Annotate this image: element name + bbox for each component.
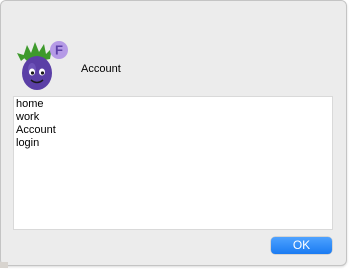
title-bar[interactable] [1, 1, 346, 5]
account-list[interactable]: home work Account login [13, 96, 333, 230]
dialog-header-label: Account [81, 63, 121, 75]
list-item-home[interactable]: home [16, 98, 330, 111]
badge-letter: F [55, 43, 63, 58]
dialog-window: F Account home work Account login OK [0, 0, 347, 266]
eggplant-body [22, 56, 52, 90]
list-item-login[interactable]: login [16, 137, 330, 150]
list-item-account[interactable]: Account [16, 124, 330, 137]
eggplant-app-icon: F [13, 39, 71, 93]
background-window-fragment [0, 262, 8, 268]
ok-button[interactable]: OK [271, 237, 332, 254]
list-item-work[interactable]: work [16, 111, 330, 124]
